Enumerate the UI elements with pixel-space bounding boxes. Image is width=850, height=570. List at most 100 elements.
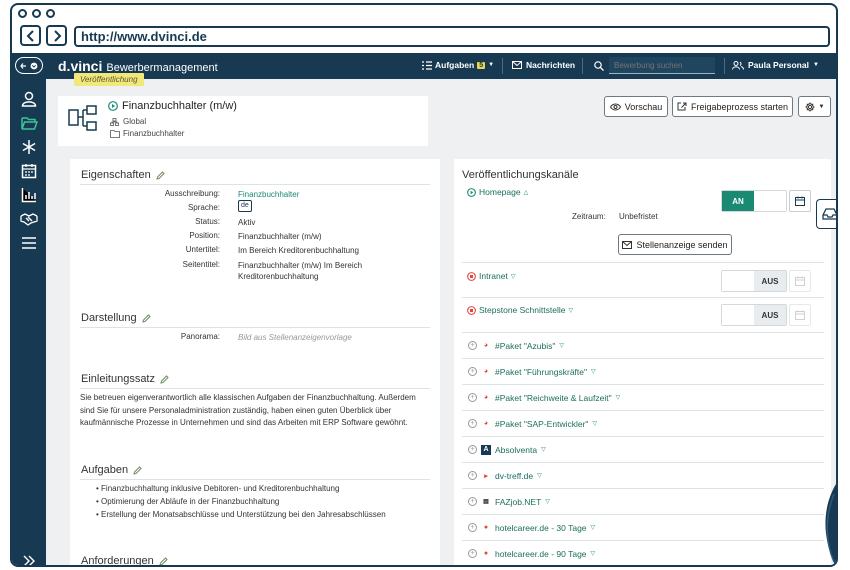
- window-maximize-dot[interactable]: [46, 9, 55, 18]
- url-bar[interactable]: http://www.dvinci.de: [74, 26, 830, 47]
- user-menu[interactable]: Paula Personal ▼: [732, 60, 819, 70]
- package-icon: ◕: [483, 394, 489, 401]
- homepage-schedule-button[interactable]: [789, 190, 811, 212]
- caret-down-icon: ▽: [545, 499, 550, 505]
- task-item-text: Erstellung der Monatsabschlüsse und Unte…: [101, 510, 386, 519]
- subtitle-value: Im Bereich Kreditorenbuchhaltung: [238, 246, 359, 255]
- chevron-down-icon: [30, 62, 38, 69]
- handshake-icon: [20, 213, 38, 226]
- channels-card: Veröffentlichungskanäle Homepage △ AN Ze…: [454, 159, 831, 565]
- caret-down-icon: ▽: [591, 369, 596, 375]
- tasks-menu[interactable]: Aufgaben 5 ▼: [422, 60, 494, 70]
- section-badge: Veröffentlichung: [74, 73, 144, 86]
- property-label: Untertitel:: [185, 245, 220, 254]
- channel-row[interactable]: + ● hotelcareer.de - 30 Tage ▽: [462, 514, 824, 540]
- channel-row[interactable]: + ▤ FAZjob.NET ▽: [462, 488, 824, 514]
- channel-row[interactable]: + ◕ #Paket "Führungskräfte" ▽: [462, 358, 824, 384]
- caret-down-icon: ▽: [615, 395, 621, 401]
- homepage-toggle[interactable]: AN: [721, 190, 787, 212]
- channels-heading: Veröffentlichungskanäle: [462, 169, 579, 181]
- header-divider: [724, 58, 725, 74]
- sidebar-expand-button[interactable]: [19, 551, 39, 565]
- channel-divider: [462, 297, 824, 298]
- folder-icon: [110, 130, 120, 138]
- envelope-icon: [512, 61, 522, 69]
- requirements-heading: Anforderungen: [81, 555, 168, 566]
- user-icon: [21, 91, 37, 107]
- tasks-label: Aufgaben: [435, 60, 475, 70]
- job-posting-link[interactable]: Finanzbuchhalter: [238, 189, 299, 200]
- channel-row[interactable]: + ● hotelcareer.de - 90 Tage ▽: [462, 540, 824, 565]
- channel-divider: [462, 262, 824, 263]
- channel-homepage[interactable]: Homepage △: [467, 187, 528, 197]
- window-close-dot[interactable]: [18, 9, 27, 18]
- bar-chart-icon: [21, 188, 36, 203]
- forward-button[interactable]: [46, 25, 67, 46]
- messages-link[interactable]: Nachrichten: [512, 60, 575, 70]
- search-input[interactable]: [609, 57, 715, 74]
- channel-stepstone[interactable]: Stepstone Schnittstelle ▽: [467, 305, 573, 315]
- inbox-side-tab[interactable]: [816, 199, 836, 229]
- menu-toggle-button[interactable]: [15, 57, 43, 74]
- calendar-icon: [795, 196, 805, 206]
- user-group-icon: [732, 60, 744, 70]
- user-name: Paula Personal: [748, 60, 809, 70]
- plus-circle-icon: +: [468, 367, 477, 376]
- channel-name: Homepage: [479, 187, 521, 197]
- pencil-icon[interactable]: [156, 170, 165, 180]
- dv-treff-logo-icon: ▸: [484, 472, 488, 480]
- display-heading: Darstellung: [81, 312, 151, 324]
- sidebar-item-jobs[interactable]: [19, 113, 39, 133]
- channel-row[interactable]: + ▸ dv-treff.de ▽: [462, 462, 824, 488]
- status-value: Aktiv: [238, 218, 256, 227]
- stop-circle-icon: [467, 305, 476, 315]
- pencil-icon[interactable]: [141, 313, 151, 323]
- stepstone-toggle[interactable]: AUS: [721, 304, 787, 326]
- sidebar-item-profile[interactable]: [19, 89, 39, 109]
- search-icon[interactable]: [594, 61, 604, 71]
- hierarchy-icon: [110, 118, 119, 126]
- plus-circle-icon: +: [468, 445, 477, 454]
- channel-intranet[interactable]: Intranet ▽: [467, 271, 515, 281]
- properties-title: Eigenschaften: [81, 169, 151, 181]
- window-minimize-dot[interactable]: [32, 9, 41, 18]
- channel-row[interactable]: + ◕ #Paket "SAP-Entwickler" ▽: [462, 410, 824, 436]
- toggle-on-area: [722, 271, 754, 291]
- channel-name: Absolventa: [495, 444, 538, 455]
- pencil-icon[interactable]: [159, 556, 168, 566]
- hotelcareer-logo-icon: ●: [483, 550, 489, 557]
- preview-button[interactable]: Vorschau: [604, 96, 668, 117]
- intranet-schedule-button: [789, 270, 811, 292]
- pencil-icon[interactable]: [160, 374, 169, 384]
- plus-circle-icon: +: [468, 523, 477, 532]
- sidebar-item-calendar[interactable]: [19, 161, 39, 181]
- sidebar-item-onboarding[interactable]: [19, 209, 39, 229]
- property-label: Sprache:: [187, 203, 220, 212]
- pencil-icon[interactable]: [133, 465, 142, 475]
- app-logo[interactable]: d.vinci Bewerbermanagement: [58, 58, 218, 74]
- intranet-toggle[interactable]: AUS: [721, 270, 787, 292]
- sidebar-item-menu[interactable]: [19, 233, 39, 253]
- channel-row[interactable]: + ◕ #Paket "Reichweite & Laufzeit" ▽: [462, 384, 824, 410]
- messages-label: Nachrichten: [526, 60, 576, 70]
- toggle-on-label: AN: [722, 191, 754, 211]
- play-circle-icon: [108, 101, 118, 111]
- task-item-text: Optimierung der Abläufe in der Finanzbuc…: [101, 497, 280, 506]
- channel-row[interactable]: + ◕ #Paket "Azubis" ▽: [462, 332, 824, 358]
- send-job-ad-button[interactable]: Stellenanzeige senden: [618, 234, 732, 255]
- caret-down-icon: ▽: [559, 343, 564, 349]
- start-release-button[interactable]: Freigabeprozess starten: [672, 96, 793, 117]
- sidebar-item-talent[interactable]: [19, 137, 39, 157]
- faz-logo-icon: ▤: [483, 499, 489, 505]
- sidebar-item-reports[interactable]: [19, 185, 39, 205]
- settings-dropdown-button[interactable]: ▼: [798, 96, 831, 117]
- back-button[interactable]: [20, 25, 41, 46]
- task-list-icon: [422, 60, 432, 70]
- window-controls: [18, 9, 55, 18]
- job-header-card: Finanzbuchhalter (m/w) Global Finanzbuch…: [58, 96, 428, 146]
- channel-row[interactable]: + A Absolventa ▽: [462, 436, 824, 462]
- hotelcareer-logo-icon: ●: [483, 524, 489, 531]
- header-divider: [502, 58, 503, 74]
- section-divider: [80, 388, 430, 389]
- plus-circle-icon: +: [468, 393, 477, 402]
